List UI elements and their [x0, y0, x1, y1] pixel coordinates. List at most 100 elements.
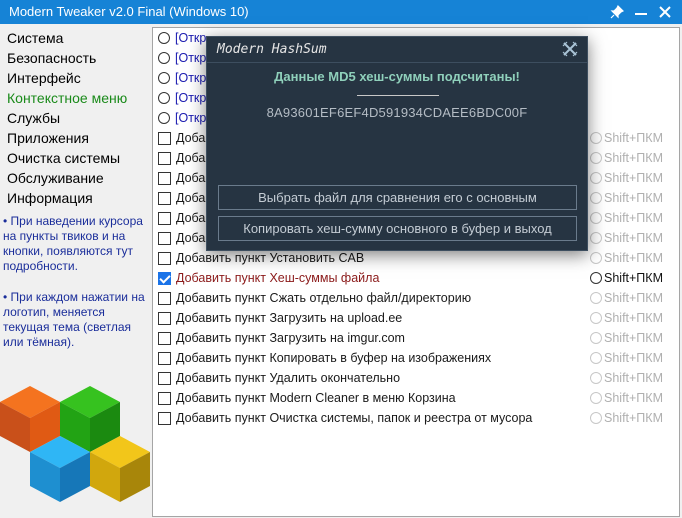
shift-rmb-option[interactable]: Shift+ПКМ	[590, 168, 663, 188]
shift-rmb-option[interactable]: Shift+ПКМ	[590, 348, 663, 368]
list-item[interactable]: [Откр	[158, 108, 206, 128]
checkbox[interactable]	[158, 151, 171, 165]
shift-rmb-option[interactable]: Shift+ПКМ	[590, 128, 663, 148]
tweak-label: Добавить пункт Удалить окончательно	[176, 371, 401, 385]
shift-rmb-label: Shift+ПКМ	[604, 351, 663, 365]
checkbox-checked[interactable]	[158, 271, 171, 285]
tweak-label: Добавить пункт Modern Cleaner в меню Кор…	[176, 391, 456, 405]
sidebar-item-cleanup[interactable]: Очистка системы	[7, 148, 120, 168]
shift-rmb-option[interactable]: Shift+ПКМ	[590, 268, 663, 288]
shift-rmb-label: Shift+ПКМ	[604, 151, 663, 165]
radio-button[interactable]	[590, 232, 602, 244]
radio-button[interactable]	[158, 72, 170, 84]
checkbox[interactable]	[158, 171, 171, 185]
sidebar-item-interface[interactable]: Интерфейс	[7, 68, 81, 88]
list-item[interactable]: Добав	[158, 148, 212, 168]
checkbox[interactable]	[158, 351, 171, 365]
shift-rmb-option[interactable]: Shift+ПКМ	[590, 368, 663, 388]
radio-button[interactable]	[590, 152, 602, 164]
close-icon[interactable]	[561, 40, 579, 58]
list-item[interactable]: [Откр	[158, 68, 206, 88]
checkbox[interactable]	[158, 331, 171, 345]
sidebar-item-security[interactable]: Безопасность	[7, 48, 96, 68]
hint-text-hover: • При наведении курсора на пункты твиков…	[3, 214, 143, 273]
radio-button[interactable]	[590, 332, 602, 344]
radio-button[interactable]	[158, 32, 170, 44]
tweak-label: Добавить пункт Очистка системы, папок и …	[176, 411, 533, 425]
list-item[interactable]: [Откр	[158, 48, 206, 68]
shift-rmb-option[interactable]: Shift+ПКМ	[590, 288, 663, 308]
md5-hash-value[interactable]: 8A93601EF6EF4D591934CDAEE6BDC00F	[207, 105, 587, 120]
radio-button[interactable]	[590, 272, 602, 284]
tweak-label: Добавить пункт Хеш-суммы файла	[176, 271, 380, 285]
shift-rmb-option[interactable]: Shift+ПКМ	[590, 188, 663, 208]
checkbox[interactable]	[158, 211, 171, 225]
radio-button[interactable]	[590, 252, 602, 264]
list-item[interactable]: Добавить пункт Очистка системы, папок и …	[158, 408, 532, 428]
list-item[interactable]: Добавить пункт Modern Cleaner в меню Кор…	[158, 388, 456, 408]
checkbox[interactable]	[158, 411, 171, 425]
copy-hash-exit-button[interactable]: Копировать хеш-сумму основного в буфер и…	[218, 216, 577, 241]
minimize-icon[interactable]	[631, 0, 651, 24]
list-item[interactable]: Добавить пункт Хеш-суммы файла	[158, 268, 379, 288]
checkbox[interactable]	[158, 311, 171, 325]
checkbox[interactable]	[158, 251, 171, 265]
tweak-label: [Откр	[175, 91, 207, 105]
list-item[interactable]: Добавить пункт Сжать отдельно файл/дирек…	[158, 288, 471, 308]
radio-button[interactable]	[590, 172, 602, 184]
shift-rmb-option[interactable]: Shift+ПКМ	[590, 248, 663, 268]
list-item[interactable]: [Откр	[158, 28, 206, 48]
radio-button[interactable]	[590, 352, 602, 364]
list-item[interactable]: Добав	[158, 128, 212, 148]
checkbox[interactable]	[158, 371, 171, 385]
sidebar-item-system[interactable]: Система	[7, 28, 63, 48]
hashsum-dialog: Modern HashSum Данные MD5 хеш-суммы подс…	[206, 36, 588, 251]
dialog-divider	[357, 95, 439, 96]
list-item[interactable]: Добавить пункт Удалить окончательно	[158, 368, 400, 388]
close-icon[interactable]	[655, 0, 675, 24]
list-item[interactable]: Добавить пункт Загрузить на upload.ee	[158, 308, 402, 328]
sidebar-item-applications[interactable]: Приложения	[7, 128, 89, 148]
compare-file-button[interactable]: Выбрать файл для сравнения его с основны…	[218, 185, 577, 210]
radio-button[interactable]	[590, 312, 602, 324]
list-item[interactable]: Добавить пункт Копировать в буфер на изо…	[158, 348, 491, 368]
sidebar-item-services[interactable]: Службы	[7, 108, 60, 128]
shift-rmb-option[interactable]: Shift+ПКМ	[590, 208, 663, 228]
radio-button[interactable]	[158, 112, 170, 124]
modern-tweaker-logo-icon[interactable]	[0, 380, 152, 518]
radio-button[interactable]	[590, 412, 602, 424]
radio-button[interactable]	[158, 52, 170, 64]
radio-button[interactable]	[158, 92, 170, 104]
shift-rmb-option[interactable]: Shift+ПКМ	[590, 148, 663, 168]
radio-button[interactable]	[590, 192, 602, 204]
radio-button[interactable]	[590, 392, 602, 404]
shift-rmb-label: Shift+ПКМ	[604, 131, 663, 145]
radio-button[interactable]	[590, 132, 602, 144]
list-item[interactable]: Добавить пункт Установить CAB	[158, 248, 364, 268]
list-item[interactable]: Добав	[158, 208, 212, 228]
checkbox[interactable]	[158, 291, 171, 305]
checkbox[interactable]	[158, 191, 171, 205]
checkbox[interactable]	[158, 131, 171, 145]
sidebar-item-information[interactable]: Информация	[7, 188, 93, 208]
radio-button[interactable]	[590, 212, 602, 224]
sidebar-item-context-menu[interactable]: Контекстное меню	[7, 88, 127, 108]
shift-rmb-option[interactable]: Shift+ПКМ	[590, 328, 663, 348]
list-item[interactable]: [Откр	[158, 88, 206, 108]
checkbox[interactable]	[158, 231, 171, 245]
tweak-label: [Откр	[175, 111, 207, 125]
shift-rmb-option[interactable]: Shift+ПКМ	[590, 308, 663, 328]
list-item[interactable]: Добав	[158, 168, 212, 188]
pin-icon[interactable]	[607, 0, 627, 24]
checkbox[interactable]	[158, 391, 171, 405]
list-item[interactable]: Добавить пункт Загрузить на imgur.com	[158, 328, 405, 348]
shift-rmb-option[interactable]: Shift+ПКМ	[590, 408, 663, 428]
radio-button[interactable]	[590, 372, 602, 384]
shift-rmb-option[interactable]: Shift+ПКМ	[590, 228, 663, 248]
radio-button[interactable]	[590, 292, 602, 304]
dialog-separator	[207, 62, 587, 63]
sidebar-item-maintenance[interactable]: Обслуживание	[7, 168, 104, 188]
list-item[interactable]: Добав	[158, 228, 212, 248]
list-item[interactable]: Добав	[158, 188, 212, 208]
shift-rmb-option[interactable]: Shift+ПКМ	[590, 388, 663, 408]
